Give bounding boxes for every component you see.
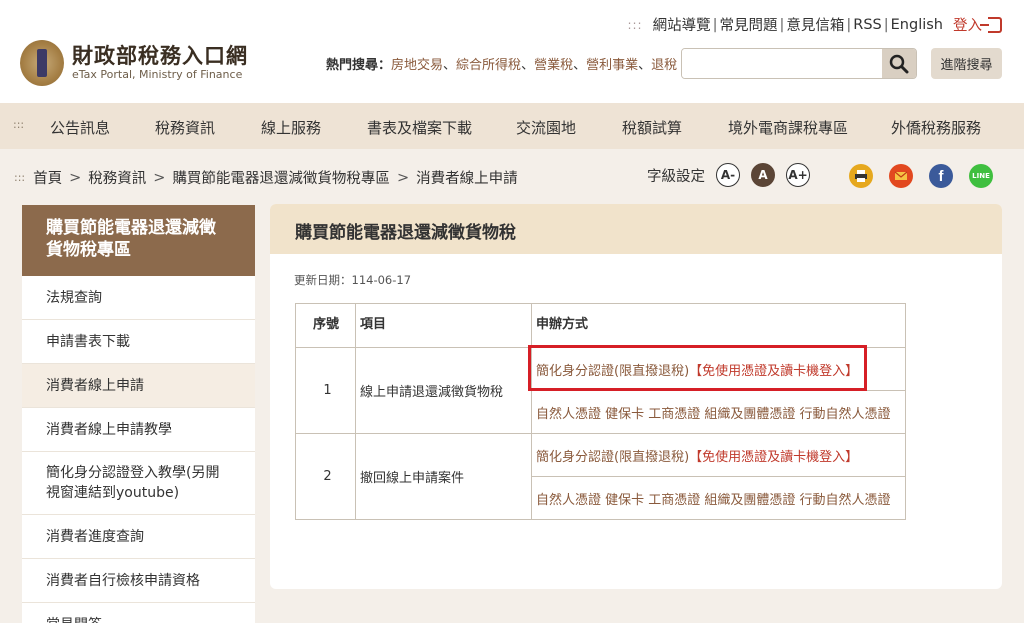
hot-search: 熱門搜尋：房地交易、綜合所得稅、營業稅、營利事業、退稅 xyxy=(326,58,678,73)
font-larger-button[interactable]: A+ xyxy=(786,163,810,187)
nav-cross-border-ecommerce[interactable]: 境外電商課稅專區 xyxy=(728,117,848,138)
feedback-link[interactable]: 意見信箱 xyxy=(786,14,844,35)
hot-keyword[interactable]: 房地交易 xyxy=(391,58,443,73)
menu-dots-icon: ::: xyxy=(14,171,26,184)
hot-keyword[interactable]: 退稅 xyxy=(651,58,677,73)
menu-dots-icon: ::: xyxy=(13,118,25,131)
simplified-auth-link[interactable]: 簡化身分認證(限直撥退稅)【免使用憑證及讀卡機登入】 xyxy=(531,433,906,477)
nav-online-services[interactable]: 線上服務 xyxy=(261,117,321,138)
row-number: 1 xyxy=(295,347,356,434)
simplified-auth-label: 簡化身分認證(限直撥退稅) xyxy=(536,449,690,465)
sidebar-item-progress-query[interactable]: 消費者進度查詢 xyxy=(22,515,255,559)
line-icon[interactable]: LINE xyxy=(969,164,993,188)
print-icon[interactable] xyxy=(849,164,873,188)
site-header: 財政部稅務入口網 eTax Portal, Ministry of Financ… xyxy=(0,0,1024,103)
sidebar-menu: 法規查詢 申請書表下載 消費者線上申請 消費者線上申請教學 簡化身分認證登入教學… xyxy=(22,276,255,623)
breadcrumb: ::: 首頁 > 稅務資訊 > 購買節能電器退還減徵貨物稅專區 > 消費者線上申… xyxy=(14,167,518,188)
rss-link[interactable]: RSS xyxy=(853,17,881,33)
breadcrumb-home[interactable]: 首頁 xyxy=(33,167,62,188)
nav-tax-calculator[interactable]: 稅額試算 xyxy=(622,117,682,138)
main-nav: ::: 公告訊息 稅務資訊 線上服務 書表及檔案下載 交流園地 稅額試算 境外電… xyxy=(0,103,1024,149)
login-icon xyxy=(980,16,1002,33)
search-box xyxy=(681,48,917,79)
search-input[interactable] xyxy=(682,49,883,78)
hot-search-label: 熱門搜尋： xyxy=(326,58,392,73)
hot-keyword[interactable]: 綜合所得稅 xyxy=(456,58,521,73)
sidebar-item-online-application[interactable]: 消費者線上申請 xyxy=(22,364,255,408)
font-size-controls: 字級設定 A- A A+ xyxy=(647,163,810,187)
col-header-number: 序號 xyxy=(295,303,356,348)
top-links: ::: 網站導覽 | 常見問題 | 意見信箱 | RSS | English 登… xyxy=(627,14,1002,35)
nav-tax-info[interactable]: 稅務資訊 xyxy=(155,117,215,138)
sidebar-title: 購買節能電器退還減徵貨物稅專區 xyxy=(22,205,255,276)
simplified-auth-note: 【免使用憑證及讀卡機登入】 xyxy=(689,449,859,465)
col-header-method: 申辦方式 xyxy=(531,303,906,348)
logo-title: 財政部稅務入口網 xyxy=(72,43,248,68)
table-header-row: 序號 項目 申辦方式 xyxy=(295,303,906,348)
breadcrumb-current: 消費者線上申請 xyxy=(416,171,518,187)
login-label: 登入 xyxy=(953,18,982,34)
row-number: 2 xyxy=(295,433,356,520)
sidebar-item-application-tutorial[interactable]: 消費者線上申請教學 xyxy=(22,408,255,452)
login-link[interactable]: 登入 xyxy=(953,14,1002,35)
row-item: 撤回線上申請案件 xyxy=(355,433,532,520)
row-item: 線上申請退還減徵貨物稅 xyxy=(355,347,532,434)
page-title: 購買節能電器退還減徵貨物稅 xyxy=(270,204,1002,254)
certificate-auth-links[interactable]: 自然人憑證 健保卡 工商憑證 組織及團體憑證 行動自然人憑證 xyxy=(531,390,906,434)
search-icon xyxy=(889,54,909,73)
sidebar-item-forms-download[interactable]: 申請書表下載 xyxy=(22,320,255,364)
sitemap-link[interactable]: 網站導覽 xyxy=(653,14,711,35)
ministry-emblem-icon xyxy=(20,40,64,86)
content-panel: 購買節能電器退還減徵貨物稅 更新日期：114-06-17 序號 項目 申辦方式 … xyxy=(270,204,1002,589)
menu-dots-icon: ::: xyxy=(627,17,643,32)
col-header-item: 項目 xyxy=(355,303,532,348)
table-row: 2 撤回線上申請案件 簡化身分認證(限直撥退稅)【免使用憑證及讀卡機登入】 xyxy=(295,433,906,520)
nav-forms-download[interactable]: 書表及檔案下載 xyxy=(367,117,472,138)
application-table: 序號 項目 申辦方式 1 線上申請退還減徵貨物稅 簡化身分認證(限直撥退稅)【免… xyxy=(295,303,906,520)
english-link[interactable]: English xyxy=(891,17,943,33)
advanced-search-button[interactable]: 進階搜尋 xyxy=(931,48,1002,79)
sidebar-item-regulations[interactable]: 法規查詢 xyxy=(22,276,255,320)
facebook-icon[interactable]: f xyxy=(929,164,953,188)
logo-subtitle: eTax Portal, Ministry of Finance xyxy=(72,68,243,81)
font-normal-button[interactable]: A xyxy=(751,163,775,187)
certificate-auth-links[interactable]: 自然人憑證 健保卡 工商憑證 組織及團體憑證 行動自然人憑證 xyxy=(531,476,906,520)
faq-link[interactable]: 常見問題 xyxy=(719,14,777,35)
site-logo[interactable]: 財政部稅務入口網 eTax Portal, Ministry of Financ… xyxy=(20,40,248,86)
sidebar-item-eligibility-check[interactable]: 消費者自行檢核申請資格 xyxy=(22,559,255,603)
nav-community[interactable]: 交流園地 xyxy=(516,117,576,138)
breadcrumb-zone[interactable]: 購買節能電器退還減徵貨物稅專區 xyxy=(172,167,390,188)
mail-icon[interactable] xyxy=(889,164,913,188)
font-size-label: 字級設定 xyxy=(647,168,705,185)
hot-keyword[interactable]: 營業稅 xyxy=(534,58,573,73)
sidebar-item-faq[interactable]: 常見問答 xyxy=(22,603,255,623)
font-smaller-button[interactable]: A- xyxy=(716,163,740,187)
nav-foreigner-tax[interactable]: 外僑稅務服務 xyxy=(891,117,981,138)
highlight-box xyxy=(528,345,867,391)
search-button[interactable] xyxy=(882,49,916,78)
sidebar-item-simplified-login-tutorial[interactable]: 簡化身分認證登入教學(另開視窗連結到youtube) xyxy=(22,452,255,515)
hot-keyword[interactable]: 營利事業 xyxy=(586,58,638,73)
nav-announcements[interactable]: 公告訊息 xyxy=(50,117,110,138)
update-date: 更新日期：114-06-17 xyxy=(294,273,412,287)
breadcrumb-tax-info[interactable]: 稅務資訊 xyxy=(88,167,146,188)
